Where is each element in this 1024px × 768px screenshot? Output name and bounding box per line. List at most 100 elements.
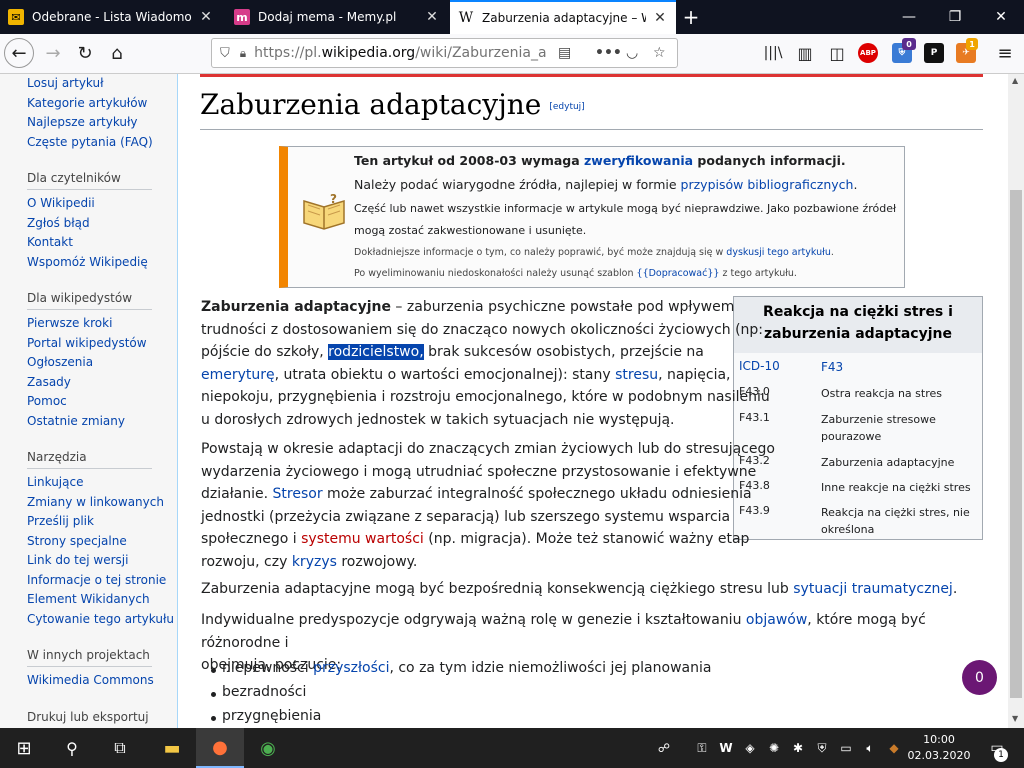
- stres-link[interactable]: stresu: [615, 367, 658, 383]
- sidebar-link[interactable]: Wikimedia Commons: [27, 673, 154, 687]
- home-icon[interactable]: ⌂: [102, 38, 132, 68]
- library-icon[interactable]: |||\: [758, 38, 788, 68]
- tray-icon-9[interactable]: ◆: [882, 728, 906, 768]
- password-manager-icon[interactable]: P: [924, 43, 944, 63]
- minimize-button[interactable]: —: [886, 0, 932, 34]
- people-icon[interactable]: ☍: [652, 728, 676, 768]
- taskbar: ⊞ ⚲ ⧉ ▬ ● ◉ ☍ ⚿ W ◈ ✺ ✱ ⛨ ▭ 🔈︎ ◆ 10:00 0…: [0, 728, 1024, 768]
- citations-link[interactable]: przypisów bibliograficznych: [681, 177, 854, 192]
- trauma-link[interactable]: sytuacji traumatycznej: [793, 581, 953, 597]
- floating-badge-button[interactable]: 0: [962, 660, 997, 695]
- bullet: [211, 668, 216, 673]
- sidebar-link[interactable]: O Wikipedii: [27, 196, 95, 210]
- scrollbar-thumb[interactable]: [1010, 190, 1022, 698]
- new-tab-button[interactable]: +: [676, 0, 706, 34]
- sidebar-link[interactable]: Linkujące: [27, 475, 83, 489]
- sidebar-link[interactable]: Prześlij plik: [27, 514, 94, 528]
- sidebar-link[interactable]: Informacje o tej stronie: [27, 573, 166, 587]
- sidebar-link[interactable]: Portal wikipedystów: [27, 336, 147, 350]
- search-icon[interactable]: ⚲: [48, 728, 96, 768]
- verify-link[interactable]: zweryfikowania: [584, 153, 693, 168]
- sidebar-link[interactable]: Losuj artykuł: [27, 76, 104, 90]
- tray-icon-1[interactable]: ⚿: [690, 728, 714, 768]
- selected-link[interactable]: rodzicielstwo,: [328, 344, 424, 360]
- list-link[interactable]: przyszłości: [313, 660, 389, 676]
- tab-memy[interactable]: m Dodaj mema - Memy.pl ✕: [226, 0, 448, 34]
- tab-wikipedia[interactable]: W Zaburzenia adaptacyjne – Wikip ✕: [450, 0, 676, 34]
- tray-w-icon[interactable]: W: [714, 728, 738, 768]
- firefox-icon[interactable]: ●: [196, 728, 244, 768]
- file-explorer-icon[interactable]: ▬: [148, 728, 196, 768]
- notice-line-5: Dokładniejsze informacje o tym, co należ…: [354, 247, 834, 258]
- template-link[interactable]: {{Dopracować}}: [637, 268, 720, 279]
- tray-icon-3[interactable]: ◈: [738, 728, 762, 768]
- reload-icon[interactable]: ↻: [70, 38, 100, 68]
- adblock-icon[interactable]: ABP: [858, 43, 878, 63]
- scroll-down-icon[interactable]: ▼: [1012, 714, 1018, 723]
- sidebar-link[interactable]: Zasady: [27, 375, 71, 389]
- notification-count: 1: [994, 748, 1008, 762]
- wiki-sidebar: Losuj artykuł Kategorie artykułów Najlepsz…: [0, 74, 178, 728]
- tab-mail[interactable]: ✉ Odebrane - Lista Wiadomości - ✕: [0, 0, 222, 34]
- sidebar-link[interactable]: Zmiany w linkowanych: [27, 495, 164, 509]
- volume-icon[interactable]: 🔈︎: [858, 728, 882, 768]
- sidebar-link[interactable]: Pierwsze kroki: [27, 316, 112, 330]
- sidebar-link[interactable]: Element Wikidanych: [27, 592, 150, 606]
- paragraph-2: Powstają w okresie adaptacji do znaczący…: [201, 441, 775, 570]
- close-icon[interactable]: ✕: [424, 9, 440, 25]
- url-bar[interactable]: ⛉ 🔒︎ https://pl.wikipedia.org/wiki/Zabur…: [211, 38, 678, 68]
- windows-start-icon[interactable]: ⊞: [0, 728, 48, 768]
- sidebar-link[interactable]: Zgłoś błąd: [27, 216, 90, 230]
- emerytura-link[interactable]: emeryturę: [201, 367, 275, 383]
- edit-link[interactable]: [edytuj]: [549, 102, 584, 112]
- tab-title: Odebrane - Lista Wiadomości -: [32, 10, 192, 24]
- sidebar-link[interactable]: Najlepsze artykuły: [27, 115, 138, 129]
- icd-code-link[interactable]: F43: [821, 359, 971, 376]
- stresor-link[interactable]: Stresor: [273, 486, 323, 502]
- sidebar-link[interactable]: Kontakt: [27, 235, 73, 249]
- sidebar-link[interactable]: Strony specjalne: [27, 534, 127, 548]
- shield-icon: ⛉: [220, 45, 230, 61]
- tray-icon-4[interactable]: ✺: [762, 728, 786, 768]
- bluetooth-icon[interactable]: ✱: [786, 728, 810, 768]
- bookmark-star-icon[interactable]: ☆: [653, 45, 666, 61]
- scrollbar[interactable]: ▲ ▼: [1008, 74, 1024, 728]
- menu-icon[interactable]: ≡: [990, 38, 1020, 68]
- sidebar-link[interactable]: Link do tej wersji: [27, 553, 128, 567]
- battery-icon[interactable]: ▭: [834, 728, 858, 768]
- discussion-link[interactable]: dyskusji tego artykułu: [726, 247, 831, 258]
- verification-notice: ? Ten artykuł od 2008-03 wymaga zweryfik…: [279, 146, 905, 288]
- maximize-button[interactable]: ❐: [932, 0, 978, 34]
- sidebar-link[interactable]: Pomoc: [27, 394, 67, 408]
- close-icon[interactable]: ✕: [652, 10, 668, 26]
- red-top-line: [200, 74, 983, 77]
- sidebar-link[interactable]: Częste pytania (FAQ): [27, 135, 153, 149]
- close-icon[interactable]: ✕: [198, 9, 214, 25]
- svg-text:?: ?: [330, 192, 337, 206]
- sidebar-link[interactable]: Kategorie artykułów: [27, 96, 147, 110]
- sidebar-link[interactable]: Ostatnie zmiany: [27, 414, 125, 428]
- infobox-header: Reakcja na ciężki stres i zaburzenia adap…: [734, 297, 982, 353]
- article-content: Zaburzenia adaptacyjne [edytuj] ? Ten art…: [178, 74, 1008, 728]
- close-window-button[interactable]: ✕: [978, 0, 1024, 34]
- kryzys-link[interactable]: kryzys: [292, 554, 337, 570]
- sidebar-link[interactable]: Wspomóż Wikipedię: [27, 255, 148, 269]
- scroll-up-icon[interactable]: ▲: [1012, 76, 1018, 85]
- reader-view-icon[interactable]: ▤: [558, 45, 571, 61]
- screenshot-icon[interactable]: ◫: [822, 38, 852, 68]
- pocket-icon[interactable]: ◡: [626, 45, 638, 61]
- back-icon[interactable]: ←: [4, 38, 34, 68]
- tab-bar: ✉ Odebrane - Lista Wiadomości - ✕ m Doda…: [0, 0, 1024, 34]
- sidebar-heading: Dla wikipedystów: [27, 291, 152, 310]
- chrome-icon[interactable]: ◉: [244, 728, 292, 768]
- forward-icon[interactable]: →: [38, 38, 68, 68]
- system-wartosci-link[interactable]: systemu wartości: [301, 531, 424, 547]
- clock[interactable]: 10:00 02.03.2020: [906, 728, 972, 768]
- sidebar-link[interactable]: Ogłoszenia: [27, 355, 93, 369]
- more-icon[interactable]: •••: [595, 45, 622, 61]
- security-icon[interactable]: ⛨: [810, 728, 834, 768]
- objawy-link[interactable]: objawów: [746, 612, 807, 628]
- sidebar-link[interactable]: Cytowanie tego artykułu: [27, 612, 174, 626]
- sidebar-icon[interactable]: ▥: [790, 38, 820, 68]
- task-view-icon[interactable]: ⧉: [96, 728, 144, 768]
